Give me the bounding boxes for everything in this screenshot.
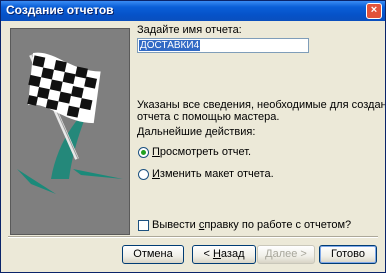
finish-button[interactable]: Готово <box>319 245 377 264</box>
preview-report-label[interactable]: Просмотреть отчет. <box>152 146 251 158</box>
modify-layout-radio[interactable] <box>138 169 149 180</box>
radio-selected-dot <box>141 150 146 155</box>
report-name-input[interactable]: ДОСТАВКИ4 <box>137 38 309 53</box>
help-checkbox-label[interactable]: Вывести справку по работе с отчетом? <box>152 219 351 231</box>
back-hotkey: Н <box>212 248 221 260</box>
back-button[interactable]: < Назад <box>192 245 256 264</box>
cancel-button[interactable]: Отмена <box>122 245 184 264</box>
report-name-value: ДОСТАВКИ4 <box>139 40 201 51</box>
report-name-label: Задайте имя отчета: <box>137 24 242 36</box>
close-icon[interactable]: × <box>366 3 382 19</box>
help-label-prefix: Вывести <box>152 219 199 231</box>
report-wizard-dialog: Создание отчетов × Задайте имя отчета: Д… <box>0 0 386 273</box>
next-button[interactable]: Далее > <box>257 245 315 264</box>
modify-layout-label[interactable]: Изменить макет отчета. <box>152 168 274 180</box>
info-text-line-1: Указаны все сведения, необходимые для со… <box>137 99 386 111</box>
preview-hotkey: П <box>152 146 160 158</box>
button-separator <box>8 236 378 238</box>
next-actions-label: Дальнейшие действия: <box>137 126 256 138</box>
checkered-flag-icon <box>17 52 123 194</box>
preview-report-radio[interactable] <box>138 147 149 158</box>
title-bar[interactable]: Создание отчетов × <box>1 1 385 21</box>
back-label-rest: азад <box>220 248 245 260</box>
back-arrow: < <box>203 248 213 260</box>
help-label-rest: правку по работе с отчетом? <box>204 219 352 231</box>
preview-label-rest: росмотреть отчет. <box>159 146 252 158</box>
modify-hotkey: И <box>152 168 160 180</box>
window-title: Создание отчетов <box>6 3 114 17</box>
modify-label-rest: зменить макет отчета. <box>159 168 274 180</box>
info-text-line-2: отчета с помощью мастера. <box>137 111 280 123</box>
help-checkbox[interactable] <box>138 220 149 231</box>
checkered-flag-illustration <box>10 28 130 235</box>
